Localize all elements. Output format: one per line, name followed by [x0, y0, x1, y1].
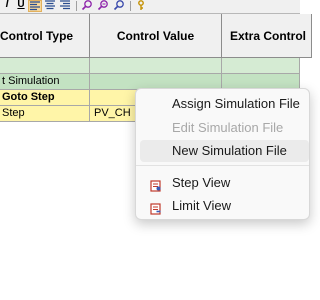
menu-item-edit-simulation-file: Edit Simulation File — [172, 120, 284, 135]
menu-item-assign-simulation-file[interactable]: Assign Simulation File — [140, 93, 309, 115]
align-center-icon[interactable] — [43, 0, 57, 12]
menu-item-label: Step View — [172, 175, 231, 190]
key-icon[interactable] — [134, 0, 148, 12]
table-row[interactable] — [0, 58, 300, 74]
zoom-in-icon[interactable] — [80, 0, 94, 12]
menu-separator — [136, 165, 309, 166]
underline-icon[interactable]: U — [14, 0, 28, 12]
align-right-icon[interactable] — [58, 0, 72, 12]
column-header-extra-control[interactable]: Extra Control — [222, 14, 312, 58]
zoom-reset-icon[interactable] — [96, 0, 110, 12]
table-cell[interactable]: Goto Step — [0, 90, 90, 106]
menu-item-new-simulation-file[interactable]: New Simulation File — [140, 140, 309, 162]
table-cell[interactable]: t Simulation — [0, 74, 90, 90]
toolbar-separator — [130, 1, 131, 11]
menu-item-step-view[interactable]: Step View — [140, 172, 309, 194]
menu-item-label: Limit View — [172, 198, 232, 213]
italic-icon[interactable]: I — [0, 0, 14, 12]
table-cell[interactable]: Step — [0, 106, 90, 122]
align-left-icon[interactable] — [28, 0, 42, 12]
limit-view-icon — [150, 200, 162, 215]
step-view-icon — [150, 177, 162, 192]
table-cell[interactable] — [90, 58, 222, 74]
toolbar: I U — [0, 0, 300, 14]
column-header-control-type[interactable]: Control Type — [0, 14, 90, 58]
search-icon[interactable] — [112, 0, 126, 12]
table-cell[interactable] — [222, 58, 300, 74]
column-header-control-value[interactable]: Control Value — [90, 14, 222, 58]
table-cell[interactable] — [0, 58, 90, 74]
context-menu: Assign Simulation File Edit Simulation F… — [135, 88, 310, 220]
menu-item-limit-view[interactable]: Limit View — [140, 195, 309, 217]
toolbar-separator — [76, 1, 77, 11]
